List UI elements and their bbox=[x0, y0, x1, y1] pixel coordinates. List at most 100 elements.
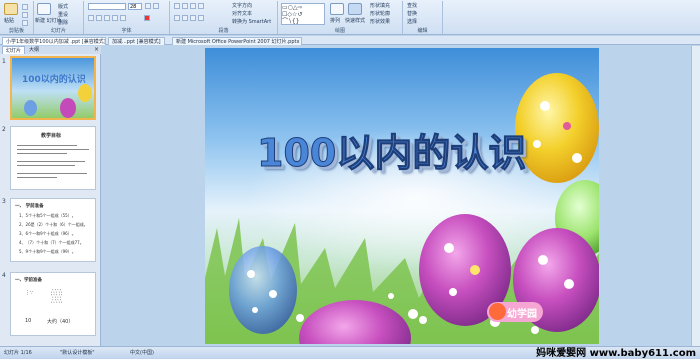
slides-group-label: 幻灯片 bbox=[50, 28, 66, 34]
shape-effects-button[interactable]: 形状效果 bbox=[370, 18, 390, 25]
egg-dot bbox=[572, 153, 582, 163]
doc-tab-1[interactable]: 小学1年级数学100以内加减 .ppt [兼容模式] bbox=[2, 37, 106, 45]
ribbon: 粘贴 剪贴板 新建 幻灯片 版式 重设 删除 幻灯片 28 字体 文字方向 对齐… bbox=[0, 0, 700, 35]
align-center-icon[interactable] bbox=[182, 15, 188, 21]
editing-group-label: 编辑 bbox=[417, 28, 428, 34]
egg-dot bbox=[533, 140, 541, 148]
logo: 幼学园 bbox=[487, 302, 543, 322]
text-line bbox=[17, 161, 85, 162]
bullets-icon[interactable] bbox=[174, 3, 180, 9]
smartart-button[interactable]: 转换为 SmartArt bbox=[232, 18, 271, 25]
clipboard-group-label: 剪贴板 bbox=[8, 28, 24, 34]
reset-button[interactable]: 重设 bbox=[58, 11, 68, 18]
select-button[interactable]: 选择 bbox=[407, 18, 417, 25]
thumb-dots-left: ⋮∵ bbox=[25, 290, 34, 296]
delete-button[interactable]: 删除 bbox=[58, 19, 68, 26]
replace-button[interactable]: 替换 bbox=[407, 10, 417, 17]
italic-icon[interactable] bbox=[96, 15, 102, 21]
slide-canvas: 100以内的认识 幼学园 bbox=[102, 46, 700, 346]
text-line bbox=[17, 149, 89, 150]
align-right-icon[interactable] bbox=[190, 15, 196, 21]
format-painter-icon[interactable] bbox=[22, 20, 28, 26]
egg-dot bbox=[444, 243, 454, 253]
slide-thumbnail-3[interactable]: 一、 学前准备 1、5个十和5个一组成（55）。 2、26是（2）个十和（6）个… bbox=[10, 198, 96, 262]
egg-dot bbox=[449, 288, 457, 296]
cut-icon[interactable] bbox=[22, 4, 28, 10]
panel-tabs: 幻灯片 大纲 × bbox=[0, 46, 101, 54]
thumb-egg-pink bbox=[60, 98, 76, 118]
watermark: 妈咪爱婴网 www.baby611.com bbox=[536, 348, 696, 359]
close-panel-icon[interactable]: × bbox=[94, 46, 99, 54]
slides-panel: 幻灯片 大纲 × 1 100以内的认识 2 教学目标 3 一、 学前准备 1、5… bbox=[0, 46, 101, 346]
paste-button[interactable]: 粘贴 bbox=[4, 17, 14, 24]
text-line bbox=[17, 165, 75, 166]
layout-button[interactable]: 版式 bbox=[58, 3, 68, 10]
font-color-icon[interactable] bbox=[144, 15, 150, 21]
strikethrough-icon[interactable] bbox=[112, 15, 118, 21]
egg-dot bbox=[252, 307, 258, 313]
language-indicator: 中文(中国) bbox=[130, 350, 154, 356]
paste-icon[interactable] bbox=[4, 3, 18, 15]
thumb-dots-right: ∴∵∴ ∵∴∵ ∴∵∴ bbox=[51, 288, 63, 305]
egg-yellow bbox=[515, 73, 599, 183]
thumb-line: 10 bbox=[25, 318, 32, 324]
tab-slides[interactable]: 幻灯片 bbox=[2, 46, 26, 54]
tab-outline[interactable]: 大纲 bbox=[26, 46, 42, 54]
egg-dot bbox=[563, 122, 571, 130]
paragraph-group: 文字方向 对齐文本 转换为 SmartArt 段落 bbox=[170, 1, 278, 34]
slide-number: 3 bbox=[2, 198, 6, 205]
shrink-font-icon[interactable] bbox=[153, 3, 159, 9]
shapes-gallery[interactable]: ▭○△⇨ ☐◇☆↺ ⌒∖{} bbox=[281, 3, 325, 25]
arrange-icon[interactable] bbox=[330, 3, 344, 15]
new-slide-icon[interactable] bbox=[37, 3, 51, 15]
quick-styles-button[interactable]: 快速样式 bbox=[345, 17, 365, 24]
shadow-icon[interactable] bbox=[120, 15, 126, 21]
thumb-title: 一、 学前准备 bbox=[15, 204, 44, 209]
text-line bbox=[17, 153, 67, 154]
align-text-button[interactable]: 对齐文本 bbox=[232, 10, 252, 17]
egg-dot bbox=[269, 290, 277, 298]
text-line bbox=[17, 145, 77, 146]
slide-title[interactable]: 100以内的认识 bbox=[256, 122, 526, 177]
slide-number: 1 bbox=[2, 58, 6, 65]
arrange-button[interactable]: 排列 bbox=[330, 17, 340, 24]
increase-indent-icon[interactable] bbox=[198, 3, 204, 9]
egg-dot bbox=[538, 255, 548, 265]
thumb-egg-blue bbox=[24, 100, 37, 116]
font-size-value: 28 bbox=[130, 4, 137, 10]
thumb-line: 3、6个一和9个十组成（96）。 bbox=[19, 231, 76, 236]
vertical-scrollbar[interactable] bbox=[691, 46, 700, 346]
slide-1[interactable]: 100以内的认识 幼学园 bbox=[205, 48, 599, 344]
doc-tab-3[interactable]: 新建 Microsoft Office PowerPoint 2007 幻灯片.… bbox=[172, 37, 302, 45]
shape-outline-button[interactable]: 形状轮廓 bbox=[370, 10, 390, 17]
bold-icon[interactable] bbox=[88, 15, 94, 21]
shape-fill-button[interactable]: 形状填充 bbox=[370, 2, 390, 9]
slide-thumbnail-2[interactable]: 教学目标 bbox=[10, 126, 96, 190]
thumb-title: 100以内的认识 bbox=[22, 75, 86, 85]
underline-icon[interactable] bbox=[104, 15, 110, 21]
doc-tab-2[interactable]: 加减...ppt [兼容模式] bbox=[108, 37, 165, 45]
find-button[interactable]: 查找 bbox=[407, 2, 417, 9]
slide-thumbnail-1[interactable]: 100以内的认识 bbox=[10, 56, 96, 120]
align-left-icon[interactable] bbox=[174, 15, 180, 21]
document-tab-bar: 小学1年级数学100以内加减 .ppt [兼容模式] 加减...ppt [兼容模… bbox=[0, 36, 700, 45]
thumb-line: 5、9个十和9个一组成（99）。 bbox=[19, 249, 76, 254]
slide-number: 2 bbox=[2, 126, 6, 133]
justify-icon[interactable] bbox=[198, 15, 204, 21]
thumb-line: 1、5个十和5个一组成（55）。 bbox=[19, 213, 76, 218]
thumb-line: 2、26是（2）个十和（6）个一组成。 bbox=[19, 222, 88, 227]
quick-styles-icon[interactable] bbox=[348, 3, 362, 15]
numbering-icon[interactable] bbox=[182, 3, 188, 9]
copy-icon[interactable] bbox=[22, 12, 28, 18]
egg-dot bbox=[470, 265, 480, 275]
slides-group: 新建 幻灯片 版式 重设 删除 幻灯片 bbox=[34, 1, 84, 34]
font-name-combo[interactable] bbox=[88, 3, 126, 10]
text-direction-button[interactable]: 文字方向 bbox=[232, 2, 252, 9]
thumb-title: 一、学前准备 bbox=[15, 278, 42, 283]
grow-font-icon[interactable] bbox=[145, 3, 151, 9]
font-size-combo[interactable]: 28 bbox=[128, 3, 142, 10]
decrease-indent-icon[interactable] bbox=[190, 3, 196, 9]
slide-counter: 幻灯片 1/16 bbox=[4, 350, 32, 356]
slide-thumbnail-4[interactable]: 一、学前准备 ⋮∵ ∴∵∴ ∵∴∵ ∴∵∴ 10 大约（40） bbox=[10, 272, 96, 336]
text-line bbox=[17, 173, 87, 174]
